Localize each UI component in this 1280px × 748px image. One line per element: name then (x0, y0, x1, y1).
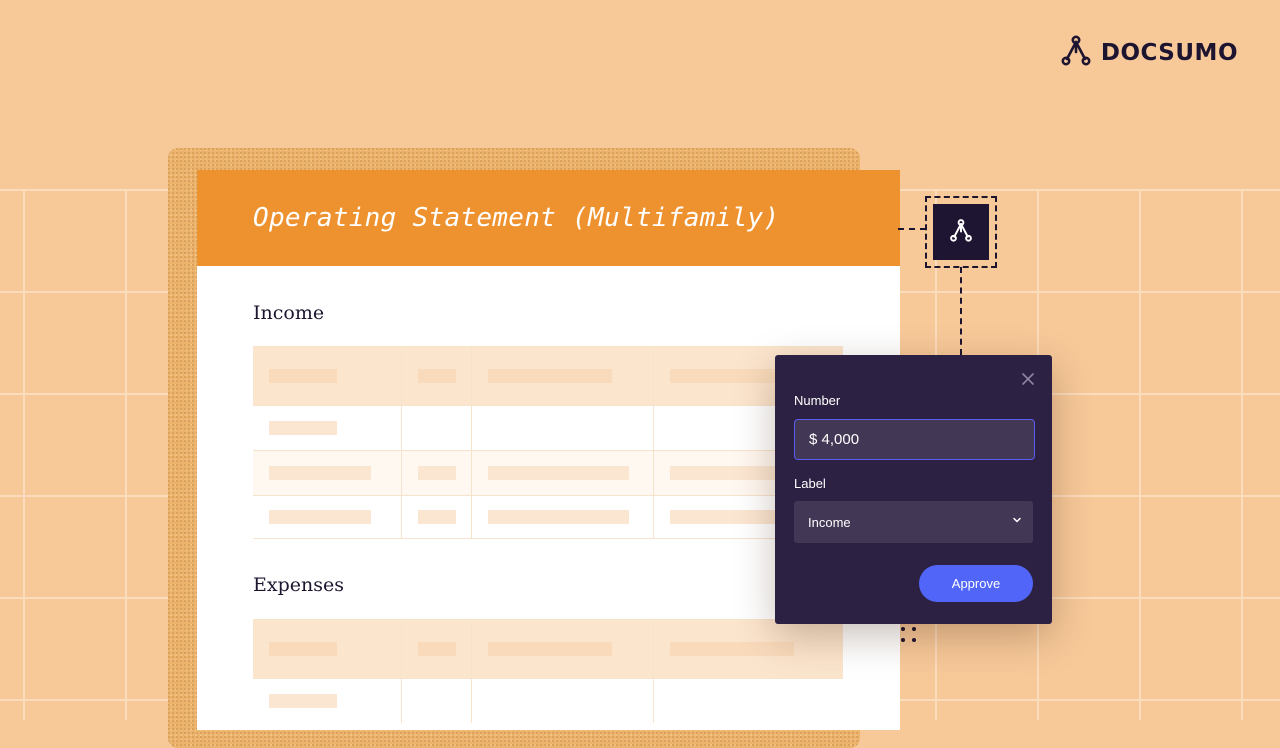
document-title: Operating Statement (Multifamily) (253, 203, 780, 233)
document-header: Operating Statement (Multifamily) (197, 170, 900, 266)
label-select-value: Income (808, 514, 851, 530)
table-header-row (253, 619, 843, 678)
number-input[interactable] (794, 419, 1035, 460)
table-row (253, 450, 843, 495)
label-label: Label (794, 476, 826, 491)
connector-dots (901, 627, 916, 642)
number-label: Number (794, 393, 841, 408)
section-title-expenses: Expenses (253, 574, 344, 596)
ai-node-box (933, 204, 989, 260)
brand-logo: DOCSUMO (1061, 34, 1238, 71)
table-header-row (253, 346, 843, 405)
table-row (253, 678, 843, 723)
close-icon[interactable] (1020, 371, 1036, 387)
section-title-income: Income (253, 302, 325, 324)
chevron-down-icon (1011, 513, 1023, 531)
expenses-table (253, 619, 843, 723)
connector-line (898, 228, 926, 230)
table-row (253, 405, 843, 450)
table-row (253, 495, 843, 538)
income-table (253, 346, 843, 539)
docsumo-node-icon (949, 218, 973, 247)
docsumo-logo-icon (1061, 34, 1091, 71)
approve-button[interactable]: Approve (919, 565, 1033, 602)
connector-line (960, 267, 962, 355)
ai-node (925, 196, 997, 268)
label-select[interactable]: Income (794, 501, 1033, 543)
brand-name: DOCSUMO (1100, 39, 1238, 66)
field-edit-popup: Number Label Income Approve (775, 355, 1052, 624)
